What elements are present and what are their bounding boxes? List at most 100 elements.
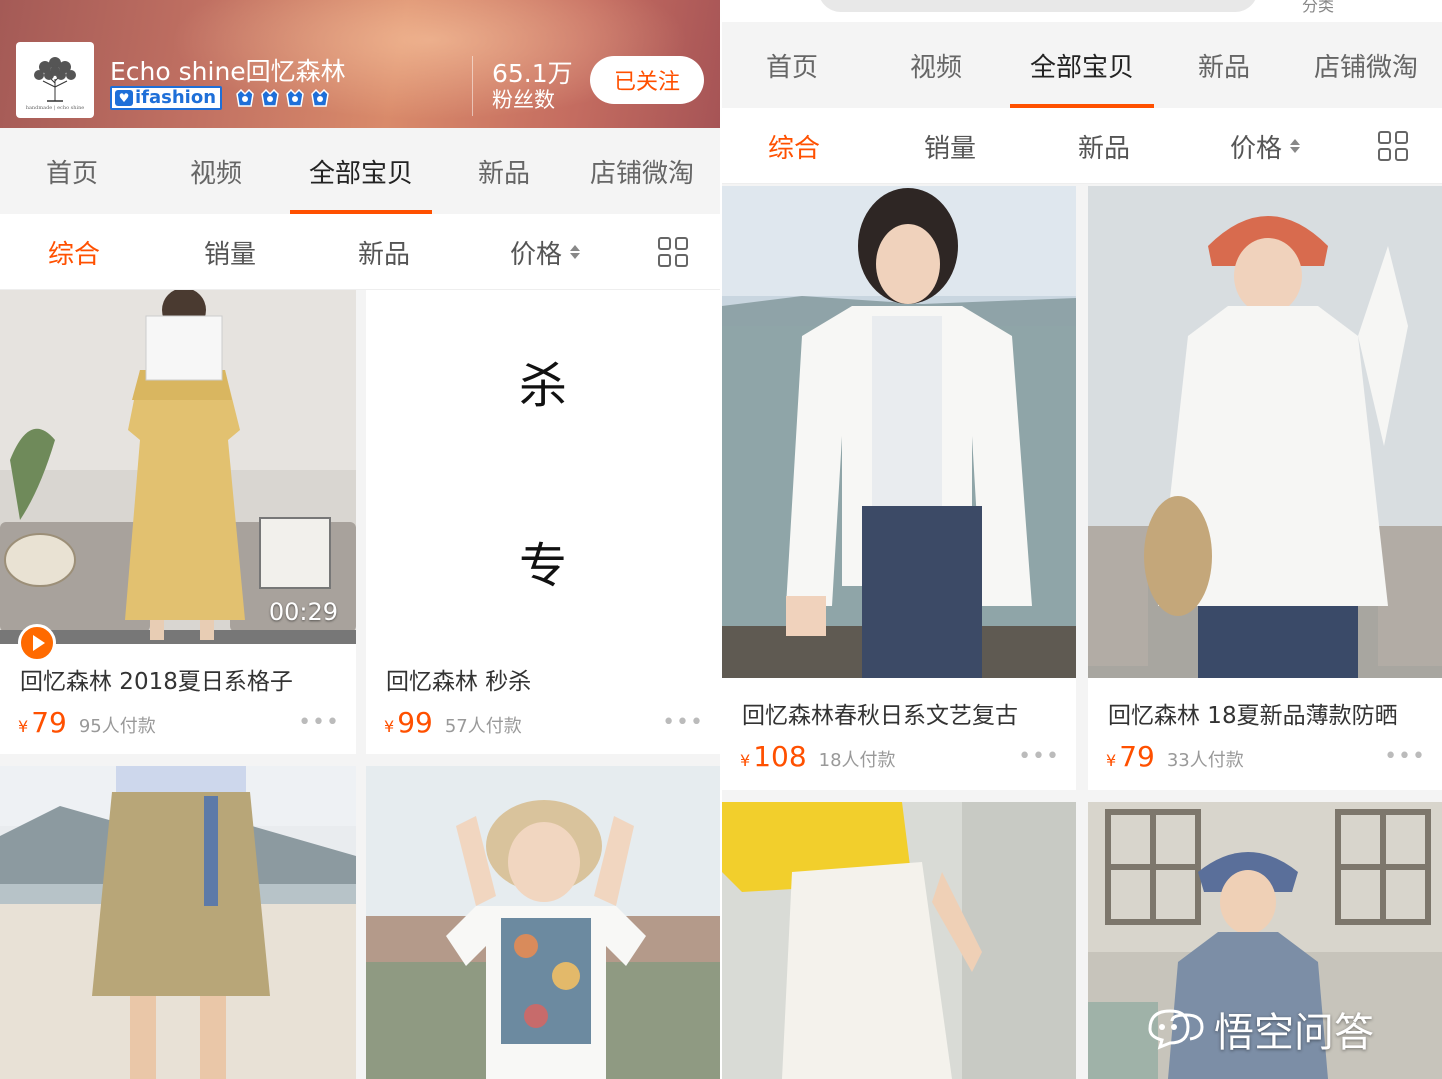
product-image — [0, 766, 356, 1079]
currency-symbol: ¥ — [1106, 751, 1117, 770]
fans-label: 粉丝数 — [492, 88, 555, 112]
more-options-button[interactable]: ••• — [298, 710, 340, 735]
product-price: 99 — [397, 706, 433, 739]
price-row: ¥ 99 57人付款 — [384, 706, 522, 739]
product-title[interactable]: 回忆森林 秒杀 — [386, 662, 706, 696]
ifashion-label: ifashion — [135, 87, 217, 108]
product-image — [1088, 186, 1442, 678]
tab-video[interactable]: 视频 — [166, 128, 266, 214]
product-photo[interactable]: 杀 专 — [366, 290, 720, 644]
tab-home[interactable]: 首页 — [742, 22, 842, 108]
product-image — [366, 766, 720, 1079]
product-image — [722, 802, 1076, 1079]
shop-tabs: 首页 视频 全部宝贝 新品 店铺微淘 — [0, 128, 720, 214]
product-card[interactable] — [0, 766, 356, 1079]
product-photo[interactable] — [1088, 186, 1442, 678]
sort-overall[interactable]: 综合 — [744, 108, 844, 184]
sort-price-label: 价格 — [1229, 133, 1282, 164]
more-options-button[interactable]: ••• — [1018, 744, 1060, 769]
product-card[interactable]: 杀 专 回忆森林 秒杀 ¥ 99 57人付款 ••• — [366, 290, 720, 754]
follow-button[interactable]: 已关注 — [590, 56, 704, 104]
watermark-text: 悟空问答 — [1214, 1010, 1374, 1056]
seller-level-crowns — [234, 86, 331, 110]
crown-icon — [261, 88, 279, 107]
layout-toggle[interactable] — [640, 214, 706, 290]
tab-new[interactable]: 新品 — [454, 128, 554, 214]
wukong-logo-icon — [1148, 1009, 1204, 1050]
sales-count: 95人付款 — [78, 716, 156, 737]
crown-icon — [286, 88, 304, 107]
play-video-button[interactable] — [18, 624, 56, 662]
tab-all-items[interactable]: 全部宝贝 — [1010, 22, 1154, 108]
search-bar[interactable] — [818, 0, 1258, 12]
currency-symbol: ¥ — [18, 717, 29, 736]
sort-new[interactable]: 新品 — [1054, 108, 1154, 184]
sales-count: 18人付款 — [818, 750, 896, 771]
ifashion-badge: ♥ ifashion — [110, 86, 223, 110]
layout-toggle[interactable] — [1360, 108, 1426, 184]
product-photo[interactable] — [0, 766, 356, 1079]
product-price: 79 — [31, 706, 67, 739]
promo-text: 专 — [518, 538, 567, 594]
play-icon — [32, 635, 45, 651]
sort-price[interactable]: 价格 — [490, 214, 600, 290]
price-row: ¥ 108 18人付款 — [740, 740, 896, 773]
watermark: 悟空问答 — [1146, 1000, 1374, 1058]
sort-arrows-icon — [570, 245, 580, 259]
product-title[interactable]: 回忆森林春秋日系文艺复古 — [742, 696, 1062, 730]
product-title[interactable]: 回忆森林 18夏新品薄款防晒 — [1108, 696, 1428, 730]
price-row: ¥ 79 33人付款 — [1106, 740, 1244, 773]
promo-text: 杀 — [518, 358, 567, 414]
logo-caption: handmade | echo shine — [25, 105, 85, 111]
tab-shop-feed[interactable]: 店铺微淘 — [1314, 22, 1442, 108]
tab-home[interactable]: 首页 — [22, 128, 122, 214]
more-options-button[interactable]: ••• — [1384, 744, 1426, 769]
header-divider — [472, 56, 473, 116]
sales-count: 33人付款 — [1166, 750, 1244, 771]
grid-view-icon — [1378, 131, 1408, 161]
category-label[interactable]: 分类 — [1302, 0, 1334, 16]
product-price: 79 — [1119, 740, 1155, 773]
product-image — [0, 290, 356, 644]
sort-new[interactable]: 新品 — [334, 214, 434, 290]
tree-logo-icon — [34, 57, 76, 102]
sales-count: 57人付款 — [444, 716, 522, 737]
shop-header: handmade | echo shine Echo shine回忆森林 ♥ i… — [0, 0, 720, 128]
more-options-button[interactable]: ••• — [662, 710, 704, 735]
crown-icon — [236, 88, 254, 107]
tab-new[interactable]: 新品 — [1174, 22, 1274, 108]
tab-video[interactable]: 视频 — [886, 22, 986, 108]
product-card[interactable]: 00:29 回忆森林 2018夏日系格子 ¥ 79 95人付款 ••• — [0, 290, 356, 754]
product-title[interactable]: 回忆森林 2018夏日系格子 — [20, 662, 340, 696]
sort-price[interactable]: 价格 — [1210, 108, 1320, 184]
tab-shop-feed[interactable]: 店铺微淘 — [590, 128, 720, 214]
video-duration: 00:29 — [268, 598, 338, 626]
sort-bar: 综合 销量 新品 价格 — [722, 108, 1442, 184]
product-card[interactable] — [366, 766, 720, 1079]
sort-arrows-icon — [1290, 139, 1300, 153]
product-card[interactable] — [722, 802, 1076, 1079]
product-image — [722, 186, 1076, 678]
price-row: ¥ 79 95人付款 — [18, 706, 156, 739]
sort-sales[interactable]: 销量 — [900, 108, 1000, 184]
currency-symbol: ¥ — [384, 717, 395, 736]
sort-sales[interactable]: 销量 — [180, 214, 280, 290]
product-photo[interactable] — [366, 766, 720, 1079]
sort-overall[interactable]: 综合 — [24, 214, 124, 290]
product-card[interactable]: 回忆森林 18夏新品薄款防晒 ¥ 79 33人付款 ••• — [1088, 186, 1442, 790]
sort-bar: 综合 销量 新品 价格 — [0, 214, 720, 290]
product-photo[interactable] — [722, 802, 1076, 1079]
tab-all-items[interactable]: 全部宝贝 — [290, 128, 432, 214]
heart-icon: ♥ — [115, 90, 133, 106]
grid-view-icon — [658, 237, 688, 267]
product-photo[interactable] — [722, 186, 1076, 678]
right-screenshot-panel: 分类 首页 视频 全部宝贝 新品 店铺微淘 综合 销量 新品 价格 回忆森林春秋… — [722, 0, 1442, 1079]
product-card[interactable]: 回忆森林春秋日系文艺复古 ¥ 108 18人付款 ••• — [722, 186, 1076, 790]
search-header-remnant: 分类 — [722, 0, 1442, 24]
product-photo[interactable]: 00:29 — [0, 290, 356, 644]
product-price: 108 — [753, 740, 807, 773]
shop-logo[interactable]: handmade | echo shine — [16, 42, 94, 118]
shop-name[interactable]: Echo shine回忆森林 — [110, 52, 346, 88]
shop-tabs: 首页 视频 全部宝贝 新品 店铺微淘 — [722, 22, 1442, 108]
currency-symbol: ¥ — [740, 751, 751, 770]
